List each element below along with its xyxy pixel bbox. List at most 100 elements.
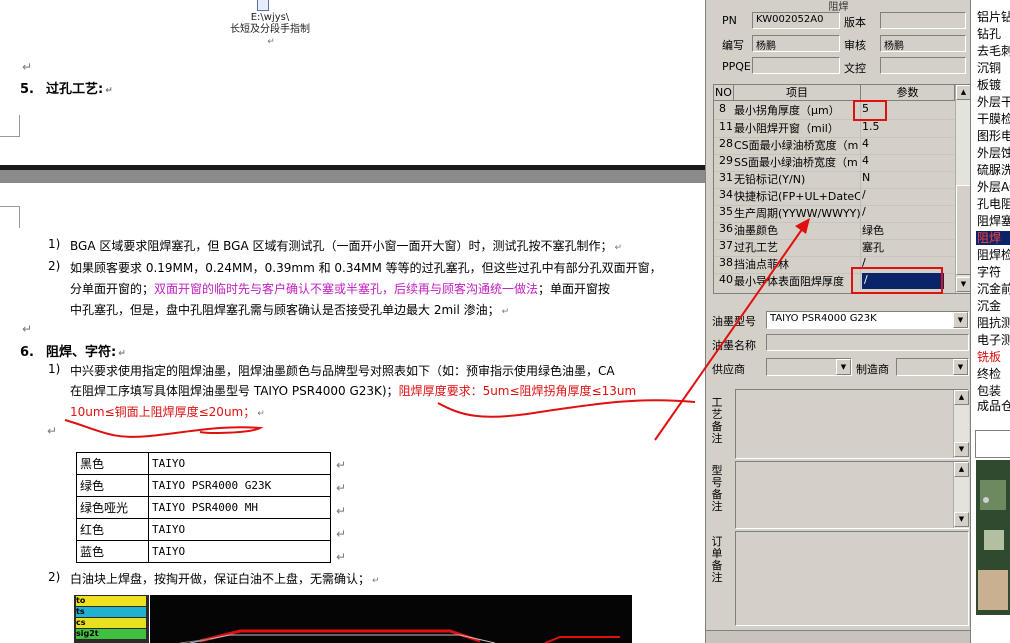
table-row: 黑色 TAIYO — [76, 452, 331, 475]
scroll-up-icon[interactable]: ▲ — [956, 85, 970, 100]
table-cell: TAIYO — [148, 518, 331, 541]
section-5-heading: 5. 过孔工艺: ↵ — [20, 82, 113, 97]
scroll-down-icon[interactable]: ▼ — [954, 512, 969, 527]
scroll-down-icon[interactable]: ▼ — [954, 442, 969, 457]
list-item[interactable]: 阻焊塞 — [977, 214, 1010, 228]
ink-model-select[interactable]: TAIYO PSR4000 G23K ▼ — [766, 311, 969, 329]
row-item: 快捷标记(FP+UL+DateCo — [734, 190, 860, 203]
list-item[interactable]: 干膜检 — [977, 112, 1010, 126]
column-header-param[interactable]: 参数 — [861, 85, 955, 101]
memo-scrollbar[interactable]: ▲ ▼ — [953, 462, 969, 528]
row-item: 最小阻焊开窗（mil） — [734, 122, 839, 135]
dropdown-arrow-icon[interactable]: ▼ — [953, 359, 968, 375]
row-param[interactable]: 4 — [862, 137, 952, 150]
pcb-layout-image — [150, 595, 632, 643]
row-no: 31 — [719, 171, 733, 184]
list-item[interactable]: 硫脲洗 — [977, 163, 1010, 177]
version-field[interactable] — [880, 12, 966, 29]
section-5-title: 过孔工艺: — [46, 82, 104, 97]
list-item[interactable]: 铝片钻 — [977, 10, 1010, 24]
list-item[interactable]: 去毛刺 — [977, 44, 1010, 58]
list-item[interactable]: 外层干 — [977, 95, 1010, 109]
order-memo-box[interactable] — [735, 531, 969, 626]
row-param[interactable]: N — [862, 171, 952, 184]
scroll-up-icon[interactable]: ▲ — [954, 462, 969, 477]
list-number: 1) — [48, 237, 61, 251]
row-param-selected[interactable]: / — [862, 273, 944, 289]
list-item[interactable]: 外层AO — [977, 180, 1010, 194]
ink-model-value: TAIYO PSR4000 G23K — [770, 313, 877, 324]
row-item: 挡油点菲林 — [734, 258, 789, 271]
list-item[interactable]: 终检 — [977, 367, 1001, 381]
model-memo-box[interactable]: ▲ ▼ — [735, 461, 969, 529]
list-item[interactable]: 电子测 — [977, 333, 1010, 347]
dropdown-arrow-icon[interactable]: ▼ — [953, 312, 968, 328]
parameter-grid[interactable]: NO 项目 参数 8 最小拐角厚度（μm） 5 11 最小阻焊开窗（mil） 1.5 2… — [713, 84, 971, 294]
wenkong-field[interactable] — [880, 57, 966, 74]
embedded-file-caption[interactable]: E:\wjys\ 长短及分段手指制↵ — [230, 12, 310, 48]
editor-field[interactable]: 杨鹏 — [752, 35, 840, 52]
reviewer-label: 审核 — [844, 39, 866, 52]
list-item[interactable]: 阻焊检 — [977, 248, 1010, 262]
row-param[interactable]: 1.5 — [862, 120, 952, 133]
row-param[interactable]: 绿色 — [862, 222, 952, 238]
ink-thickness-requirement: 阻焊厚度要求：5um≤阻焊拐角厚度≤13um — [398, 384, 637, 398]
reviewer-field[interactable]: 杨鹏 — [880, 35, 966, 52]
via-requirement-highlight: 双面开窗的临时先与客户确认不塞或半塞孔，后续再与顾客沟通统一做法 — [154, 282, 539, 296]
model-memo-label: 型号备注 — [711, 464, 723, 513]
table-row: 绿色 TAIYO PSR4000 G23K — [76, 474, 331, 497]
panel-title: 阻焊 — [828, 2, 849, 13]
ink-name-field[interactable] — [766, 334, 969, 351]
row-no: 8 — [719, 102, 726, 115]
row-no: 29 — [719, 154, 733, 167]
list-item[interactable]: 沉铜 — [977, 61, 1001, 75]
supplier-select[interactable]: ▼ — [766, 358, 852, 376]
ink-model-label: 油墨型号 — [712, 315, 756, 328]
list-item[interactable]: 沉金前 — [977, 282, 1010, 296]
list-item-selected[interactable]: 阻焊 — [976, 231, 1010, 245]
bga-requirement-text: BGA 区域要求阻焊塞孔，但 BGA 区域有测试孔（一面开小窗一面开大窗）时，测… — [70, 239, 613, 253]
pn-field[interactable]: KW002052A0 — [752, 12, 840, 29]
dropdown-arrow-icon[interactable]: ▼ — [836, 359, 851, 375]
ink-requirement-line2: 在阻焊工序填写具体阻焊油墨型号 TAIYO PSR4000 G23K)； — [70, 384, 399, 398]
file-caption-line1: E:\wjys\ — [250, 12, 290, 23]
row-param[interactable]: / — [862, 205, 952, 218]
ink-color-table: 黑色 TAIYO 绿色 TAIYO PSR4000 G23K 绿色哑光 TAIYO P… — [76, 452, 331, 563]
section-6-title: 阻焊、字符: — [46, 345, 117, 360]
embedded-file-icon[interactable] — [257, 0, 269, 11]
document-area[interactable]: E:\wjys\ 长短及分段手指制↵ ↵ 5. 过孔工艺: ↵ 1) BGA 区域要… — [0, 0, 705, 643]
list-item[interactable]: 铣板 — [977, 350, 1001, 364]
memo-scrollbar[interactable]: ▲ ▼ — [953, 390, 969, 458]
maker-select[interactable]: ▼ — [896, 358, 969, 376]
list-item[interactable]: 沉金 — [977, 299, 1001, 313]
grid-scrollbar[interactable]: ▲ ▼ — [955, 85, 970, 293]
column-header-item[interactable]: 项目 — [734, 85, 861, 101]
row-param[interactable]: 5 — [862, 102, 952, 115]
list-item[interactable]: 包装 — [977, 384, 1001, 398]
list-item[interactable]: 外层蚀 — [977, 146, 1010, 160]
list-item[interactable]: 图形电 — [977, 129, 1010, 143]
preview-box — [975, 430, 1010, 458]
row-no: 35 — [719, 205, 733, 218]
ppqe-field[interactable] — [752, 57, 840, 74]
row-no: 11 — [719, 120, 733, 133]
list-item[interactable]: 板镀 — [977, 78, 1001, 92]
process-memo-box[interactable]: ▲ ▼ — [735, 389, 969, 459]
row-no: 37 — [719, 239, 733, 252]
list-item[interactable]: 成品仓 — [977, 399, 1010, 413]
row-param[interactable]: / — [862, 256, 952, 269]
column-header-no[interactable]: NO — [714, 85, 734, 101]
scroll-down-icon[interactable]: ▼ — [956, 277, 970, 292]
scroll-thumb[interactable] — [956, 185, 970, 275]
row-item: 无铅标记(Y/N) — [734, 173, 806, 186]
row-param[interactable]: / — [862, 188, 952, 201]
scroll-up-icon[interactable]: ▲ — [954, 390, 969, 405]
list-item[interactable]: 孔电阻 — [977, 197, 1010, 211]
row-param[interactable]: 塞孔 — [862, 239, 952, 255]
list-item[interactable]: 钻孔 — [977, 27, 1001, 41]
order-memo-label: 订单备注 — [711, 535, 723, 584]
list-item[interactable]: 阻抗测 — [977, 316, 1010, 330]
via-requirement-line2b: ；单面开窗按 — [538, 282, 611, 296]
list-item[interactable]: 字符 — [977, 265, 1001, 279]
row-param[interactable]: 4 — [862, 154, 952, 167]
